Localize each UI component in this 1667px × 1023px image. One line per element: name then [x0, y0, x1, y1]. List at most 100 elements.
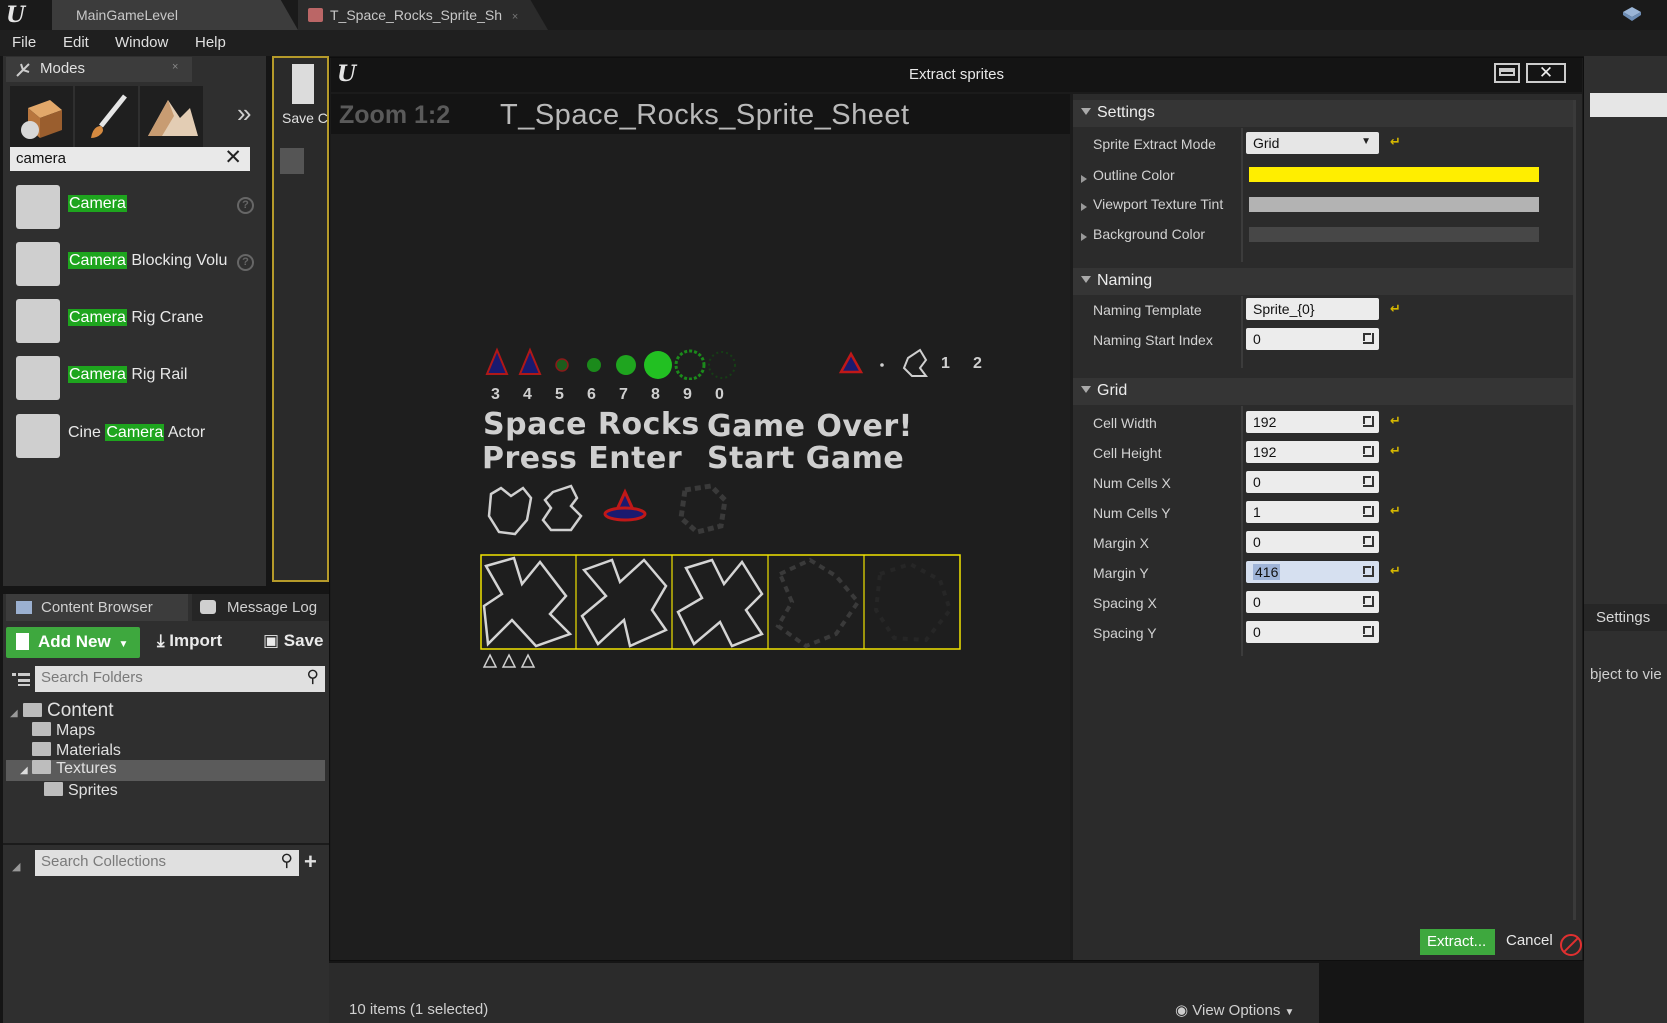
explosion-sprite [555, 358, 569, 372]
viewport-texture-tint-swatch[interactable] [1249, 197, 1539, 212]
reset-to-default-icon[interactable]: ↵ [1390, 413, 1401, 429]
list-item-camera-blocking-volume[interactable]: Camera Blocking Volu ? [10, 238, 262, 290]
input-value: 0 [1253, 534, 1261, 550]
viewport-options-button[interactable] [280, 148, 304, 174]
tab-world-settings[interactable]: Settings [1584, 604, 1667, 631]
help-icon[interactable]: ? [237, 197, 254, 214]
tab-sprite-sheet[interactable]: T_Space_Rocks_Sprite_Sh × [298, 0, 548, 30]
source-control-icon[interactable] [1622, 6, 1642, 22]
item-label: Camera Rig Rail [68, 366, 187, 384]
tab-content-browser[interactable]: Content Browser [6, 594, 188, 621]
collapsed-triangle-icon[interactable] [1081, 170, 1087, 186]
spinner-icon[interactable] [1363, 626, 1374, 637]
list-item-camera-rig-crane[interactable]: Camera Rig Crane [10, 295, 262, 347]
close-dialog-button[interactable]: ✕ [1526, 63, 1566, 83]
more-modes-icon[interactable]: » [237, 98, 251, 129]
cancel-button[interactable]: Cancel [1506, 932, 1553, 949]
spinner-icon[interactable] [1363, 566, 1374, 577]
list-item-cine-camera-actor[interactable]: Cine Camera Actor [10, 410, 262, 462]
spacing-x-input[interactable]: 0 [1246, 591, 1379, 613]
collapsed-triangle-icon[interactable] [1081, 198, 1087, 214]
margin-y-input[interactable]: 416 [1246, 561, 1379, 583]
prop-label-background-color: Background Color [1093, 226, 1206, 242]
spinner-icon[interactable] [1363, 333, 1374, 344]
menu-window[interactable]: Window [115, 34, 168, 51]
list-item-camera-rig-rail[interactable]: Camera Rig Rail [10, 352, 262, 404]
tree-item-textures[interactable]: ◢ Textures [6, 760, 325, 781]
tree-item-content[interactable]: ◢ Content [10, 700, 114, 722]
tree-item-maps[interactable]: Maps [32, 722, 95, 740]
mode-landscape[interactable] [140, 86, 203, 148]
cell-width-input[interactable]: 192 [1246, 411, 1379, 433]
clear-search-icon[interactable]: ✕ [224, 145, 242, 170]
spinner-icon[interactable] [1363, 506, 1374, 517]
add-collection-icon[interactable]: + [304, 849, 317, 875]
extract-button[interactable]: Extract... [1420, 929, 1495, 955]
reset-to-default-icon[interactable]: ↵ [1390, 443, 1401, 459]
search-folders-input[interactable]: Search Folders ⚲ [35, 666, 325, 692]
rock-fading-sprite [873, 561, 953, 643]
sources-toggle-icon[interactable] [10, 670, 32, 688]
side-search-input[interactable] [1590, 93, 1667, 117]
collapsed-triangle-icon[interactable] [1081, 228, 1087, 244]
spacing-y-input[interactable]: 0 [1246, 621, 1379, 643]
naming-start-index-input[interactable]: 0 [1246, 328, 1379, 350]
reset-to-default-icon[interactable]: ↵ [1390, 563, 1401, 579]
dialog-title-bar[interactable]: U Extract sprites ✕ [331, 58, 1582, 92]
tree-item-materials[interactable]: Materials [32, 742, 121, 760]
tree-item-sprites[interactable]: Sprites [44, 782, 118, 800]
sprite-extract-grid[interactable] [480, 554, 962, 650]
rock-small-sprite [902, 348, 928, 377]
close-icon[interactable]: × [172, 61, 178, 73]
no-entry-cursor-icon [1560, 934, 1582, 956]
spinner-icon[interactable] [1363, 596, 1374, 607]
reset-to-default-icon[interactable]: ↵ [1390, 301, 1401, 317]
collections-collapse-icon[interactable]: ◢ [12, 860, 20, 873]
section-grid[interactable]: Grid [1073, 378, 1573, 405]
naming-template-input[interactable]: Sprite_{0} [1246, 298, 1379, 320]
mode-paint[interactable] [75, 86, 138, 148]
outline-color-swatch[interactable] [1249, 167, 1539, 182]
background-color-swatch[interactable] [1249, 227, 1539, 242]
view-options-button[interactable]: ◉ View Options ▼ [1175, 1001, 1294, 1019]
spinner-icon[interactable] [1363, 446, 1374, 457]
add-new-button[interactable]: Add New ▼ [6, 627, 140, 658]
cell-height-input[interactable]: 192 [1246, 441, 1379, 463]
sheet-text-game-over: Game Over! [707, 409, 913, 444]
reset-to-default-icon[interactable]: ↵ [1390, 134, 1401, 150]
details-scrollbar[interactable] [1573, 100, 1576, 920]
menu-edit[interactable]: Edit [63, 34, 89, 51]
section-title: Settings [1097, 104, 1155, 121]
section-naming[interactable]: Naming [1073, 268, 1573, 295]
input-value: 1 [1253, 504, 1261, 520]
mode-place[interactable] [10, 86, 73, 148]
menu-help[interactable]: Help [195, 34, 226, 51]
num-cells-y-input[interactable]: 1 [1246, 501, 1379, 523]
modes-tab[interactable]: Modes × [6, 57, 192, 82]
level-viewport[interactable]: Save C [272, 56, 329, 582]
spinner-icon[interactable] [1363, 416, 1374, 427]
help-icon[interactable]: ? [237, 254, 254, 271]
tab-main-game-level[interactable]: MainGameLevel [52, 0, 298, 30]
spinner-icon[interactable] [1363, 536, 1374, 547]
tab-label: Content Browser [41, 599, 153, 616]
menu-file[interactable]: File [12, 34, 36, 51]
reset-to-default-icon[interactable]: ↵ [1390, 503, 1401, 519]
save-all-button[interactable]: ▣ Save [263, 631, 324, 651]
spinner-icon[interactable] [1363, 476, 1374, 487]
modes-search-input[interactable]: camera ✕ [10, 145, 250, 171]
maximize-button[interactable] [1494, 63, 1520, 83]
search-collections-input[interactable]: Search Collections ⚲ [35, 850, 299, 876]
import-button[interactable]: ⤓ Import [157, 631, 222, 651]
sprite-extract-mode-dropdown[interactable]: Grid ▼ [1246, 132, 1379, 154]
explosion-sprite [708, 351, 736, 379]
margin-x-input[interactable]: 0 [1246, 531, 1379, 553]
list-item-camera[interactable]: Camera ? [10, 181, 262, 233]
close-icon[interactable]: × [512, 11, 518, 23]
num-cells-x-input[interactable]: 0 [1246, 471, 1379, 493]
tab-message-log[interactable]: Message Log [192, 594, 329, 621]
rock-large-sprite [676, 558, 764, 648]
input-value: 192 [1253, 414, 1277, 430]
new-file-icon [16, 633, 29, 650]
section-settings[interactable]: Settings [1073, 100, 1573, 127]
